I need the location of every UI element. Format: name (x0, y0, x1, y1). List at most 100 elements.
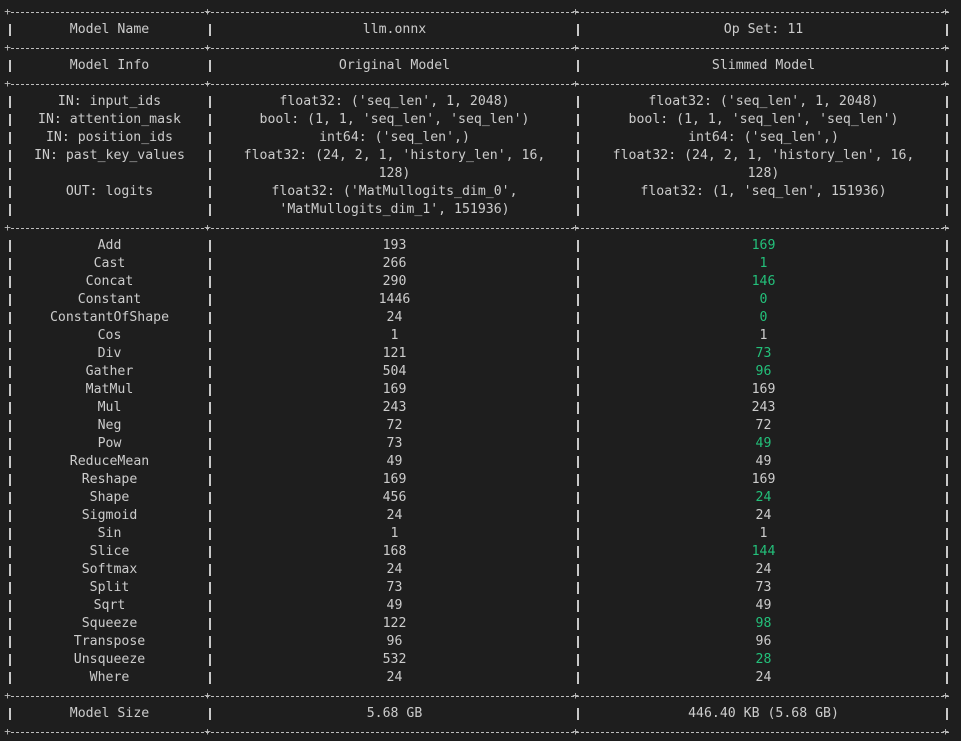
io-row: OUT: logits float32: ('MatMullogits_dim_0… (0, 183, 961, 201)
column-divider (9, 186, 11, 198)
column-divider (577, 366, 579, 378)
table-corner: + (572, 41, 579, 54)
op-slimmed-count: 49 (755, 436, 772, 451)
op-slimmed-count: 1 (759, 328, 768, 343)
column-divider (9, 348, 11, 360)
column-divider (209, 60, 211, 72)
table-corner: + (204, 689, 211, 702)
op-row: ReduceMean 49 49 (0, 453, 961, 471)
column-divider (946, 204, 948, 216)
op-original-count: 1 (390, 328, 399, 343)
column-divider (946, 60, 948, 72)
column-divider (9, 528, 11, 540)
op-row: Sin 1 1 (0, 525, 961, 543)
column-divider (9, 708, 11, 720)
op-original-count: 1446 (378, 292, 411, 307)
op-original-count: 24 (386, 562, 403, 577)
column-divider (9, 276, 11, 288)
original-model-header: Original Model (338, 58, 451, 73)
op-row: Div 121 73 (0, 345, 961, 363)
io-slimmed-type: int64: ('seq_len',) (688, 130, 839, 145)
op-original-count: 1 (390, 526, 399, 541)
table-corner: + (942, 41, 949, 54)
op-row: Sqrt 49 49 (0, 597, 961, 615)
column-divider (946, 474, 948, 486)
column-divider (577, 114, 579, 126)
column-divider (209, 366, 211, 378)
io-name: IN: past_key_values (34, 148, 185, 163)
column-divider (946, 528, 948, 540)
table-separator (11, 732, 949, 733)
column-divider (9, 312, 11, 324)
op-row: Transpose 96 96 (0, 633, 961, 651)
io-original-type: 128) (378, 166, 411, 181)
model-size-row: Model Size 5.68 GB 446.40 KB (5.68 GB) (0, 705, 961, 723)
column-divider (577, 402, 579, 414)
table-corner: + (942, 221, 949, 234)
op-original-count: 456 (382, 490, 407, 505)
op-original-count: 193 (382, 238, 407, 253)
column-divider (209, 546, 211, 558)
column-divider (209, 384, 211, 396)
column-divider (946, 168, 948, 180)
column-divider (946, 438, 948, 450)
io-row: IN: attention_mask bool: (1, 1, 'seq_len'… (0, 111, 961, 129)
opset-version: Op Set: 11 (723, 22, 804, 37)
column-divider (9, 636, 11, 648)
column-divider (946, 654, 948, 666)
column-divider (209, 492, 211, 504)
table-corner: + (204, 5, 211, 18)
op-slimmed-count: 72 (755, 418, 772, 433)
op-slimmed-count: 169 (751, 238, 776, 253)
column-divider (946, 132, 948, 144)
column-divider (577, 150, 579, 162)
io-original-type: int64: ('seq_len',) (319, 130, 470, 145)
table-corner: + (942, 5, 949, 18)
column-divider (209, 132, 211, 144)
column-divider (9, 258, 11, 270)
op-row: Neg 72 72 (0, 417, 961, 435)
table-corner: + (572, 5, 579, 18)
op-slimmed-count: 243 (751, 400, 776, 415)
op-type: MatMul (85, 382, 134, 397)
table-corner: + (942, 689, 949, 702)
io-original-type: float32: (24, 2, 1, 'history_len', 16, (243, 148, 546, 163)
column-divider (9, 330, 11, 342)
column-divider (209, 150, 211, 162)
op-row: Add 193 169 (0, 237, 961, 255)
op-type: Softmax (81, 562, 138, 577)
column-divider (209, 258, 211, 270)
op-type: Pow (97, 436, 122, 451)
column-divider (209, 618, 211, 630)
op-slimmed-count: 28 (755, 652, 772, 667)
column-divider (9, 366, 11, 378)
column-divider (577, 420, 579, 432)
column-divider (946, 492, 948, 504)
column-divider (946, 618, 948, 630)
column-divider (209, 240, 211, 252)
op-slimmed-count: 24 (755, 490, 772, 505)
op-row: Softmax 24 24 (0, 561, 961, 579)
column-divider (209, 114, 211, 126)
column-divider (9, 672, 11, 684)
op-original-count: 169 (382, 382, 407, 397)
op-slimmed-count: 169 (751, 382, 776, 397)
column-divider (9, 240, 11, 252)
column-divider (577, 636, 579, 648)
column-divider (946, 636, 948, 648)
op-type: Transpose (73, 634, 146, 649)
model-name-row: Model Name llm.onnx Op Set: 11 (0, 21, 961, 39)
column-divider (946, 276, 948, 288)
table-separator (11, 228, 949, 229)
terminal-window: + + + + + + + + + + + + + + + + + + + + + + + + Model Name llm.on… (0, 0, 961, 741)
table-separator (11, 12, 949, 13)
column-divider (577, 258, 579, 270)
column-divider (577, 312, 579, 324)
op-original-count: 243 (382, 400, 407, 415)
op-row: Reshape 169 169 (0, 471, 961, 489)
op-slimmed-count: 73 (755, 580, 772, 595)
table-corner: + (4, 5, 11, 18)
column-divider (577, 456, 579, 468)
column-divider (946, 708, 948, 720)
column-divider (9, 438, 11, 450)
